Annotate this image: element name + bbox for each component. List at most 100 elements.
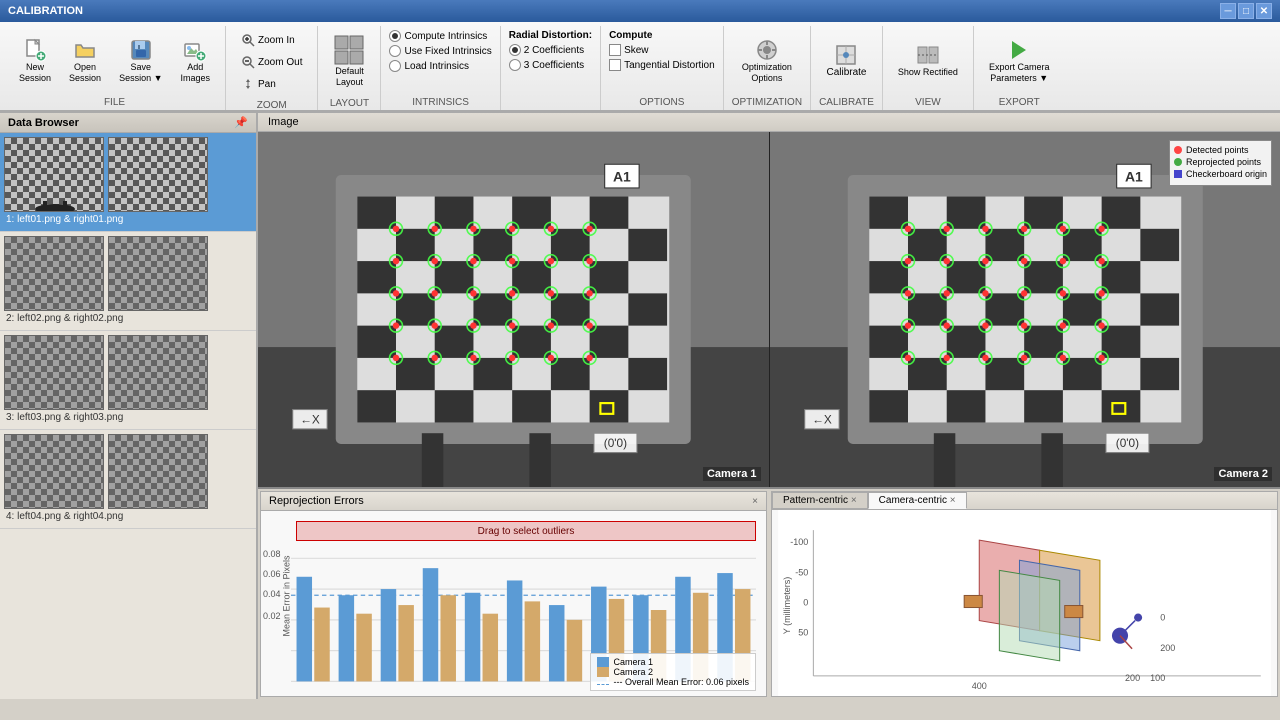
ribbon-group-optimization: OptimizationOptions OPTIMIZATION <box>724 26 811 110</box>
calibrate-button[interactable]: Calibrate <box>819 39 873 82</box>
ribbon-group-intrinsics: Compute Intrinsics Use Fixed Intrinsics … <box>381 26 500 110</box>
sidebar-item-2-label: 2: left02.png & right02.png <box>4 311 252 326</box>
tab-pattern-centric[interactable]: Pattern-centric × <box>772 492 868 509</box>
camera2-legend: Detected points Reprojected points Check… <box>1169 140 1272 186</box>
open-session-icon <box>73 38 97 62</box>
add-images-button[interactable]: AddImages <box>174 34 218 88</box>
close-button[interactable]: ✕ <box>1256 3 1272 19</box>
image-panel-content: A1 ←X (0'0) Camera 1 <box>258 132 1280 487</box>
layout-group-label: LAYOUT <box>326 96 372 111</box>
y-label-004: 0.04 <box>263 589 281 599</box>
sidebar-item-4[interactable]: 4: left04.png & right04.png <box>0 430 256 529</box>
show-rectified-icon <box>916 43 940 67</box>
minimize-button[interactable]: ─ <box>1220 3 1236 19</box>
pan-label: Pan <box>258 79 276 90</box>
show-rectified-button[interactable]: Show Rectified <box>891 39 965 82</box>
tangential-cb-box <box>609 59 621 71</box>
optimization-options-label: OptimizationOptions <box>742 62 792 84</box>
sidebar-scroll[interactable]: 1: left01.png & right01.png 2: left02.pn… <box>0 133 256 699</box>
panel-tabs: Pattern-centric × Camera-centric × <box>772 492 967 509</box>
sidebar-thumb-right-1 <box>108 137 208 212</box>
sidebar-item-3-images <box>4 335 252 410</box>
svg-text:(0'0): (0'0) <box>1115 436 1138 450</box>
calibrate-group-label: CALIBRATE <box>819 95 874 110</box>
sidebar-item-1[interactable]: 1: left01.png & right01.png <box>0 133 256 232</box>
svg-text:Y (millimeters): Y (millimeters) <box>782 577 792 635</box>
sidebar-item-2[interactable]: 2: left02.png & right02.png <box>0 232 256 331</box>
chart-drag-bar[interactable]: Drag to select outliers <box>296 521 756 541</box>
legend-cam1-color <box>597 657 609 667</box>
reprojected-dot <box>1174 158 1182 166</box>
camera-tab-close[interactable]: × <box>950 495 956 506</box>
image-panel: Image <box>258 113 1280 489</box>
camera-centric-panel: Pattern-centric × Camera-centric × <box>771 491 1278 697</box>
svg-text:(0'0): (0'0) <box>604 436 627 450</box>
new-session-button[interactable]: NewSession <box>12 34 58 88</box>
zoom-out-button[interactable]: Zoom Out <box>234 52 309 72</box>
three-coeff-radio[interactable]: 3 Coefficients <box>509 59 584 71</box>
use-fixed-radio[interactable]: Use Fixed Intrinsics <box>389 45 491 57</box>
tangential-checkbox[interactable]: Tangential Distortion <box>609 59 715 71</box>
reprojection-panel-title: Reprojection Errors <box>269 495 364 507</box>
reprojection-panel-content: Drag to select outliers 0.08 0.06 0.04 0… <box>261 511 766 696</box>
sidebar-item-1-label: 1: left01.png & right01.png <box>4 212 252 227</box>
load-intrinsics-label: Load Intrinsics <box>404 61 468 72</box>
main-container: Data Browser 📌 <box>0 113 1280 699</box>
ribbon-group-calibrate: Calibrate CALIBRATE <box>811 26 883 110</box>
save-session-button[interactable]: SaveSession ▼ <box>112 34 169 88</box>
zoom-group-label: ZOOM <box>234 98 309 113</box>
ribbon-group-options: Compute Skew Tangential Distortion OPTIO… <box>601 26 724 110</box>
svg-text:0: 0 <box>803 598 808 608</box>
optimization-options-button[interactable]: OptimizationOptions <box>735 34 799 88</box>
camera2-label: Camera 2 <box>1214 467 1272 481</box>
window-controls[interactable]: ─ □ ✕ <box>1220 3 1272 19</box>
content-area: Image <box>258 113 1280 699</box>
camera2-view: A1 ←X (0'0) Detected points <box>770 132 1280 487</box>
svg-text:-50: -50 <box>795 567 808 577</box>
tab-camera-centric[interactable]: Camera-centric × <box>868 492 967 509</box>
add-images-icon <box>183 38 207 62</box>
legend-cam2-label: Camera 2 <box>613 667 653 677</box>
detected-dot <box>1174 146 1182 154</box>
default-layout-icon <box>333 34 365 66</box>
open-session-button[interactable]: OpenSession <box>62 34 108 88</box>
optimization-buttons: OptimizationOptions <box>735 26 799 95</box>
compute-intrinsics-label: Compute Intrinsics <box>404 31 487 42</box>
app-title: CALIBRATION <box>8 5 83 17</box>
ribbon-group-layout: DefaultLayout LAYOUT <box>318 26 381 110</box>
pattern-tab-close[interactable]: × <box>851 495 857 506</box>
zoom-in-button[interactable]: Zoom In <box>234 30 302 50</box>
svg-text:←X: ←X <box>300 413 320 427</box>
reprojection-panel-close[interactable]: × <box>752 496 758 507</box>
reprojected-label: Reprojected points <box>1186 157 1261 167</box>
sidebar-pin-icon[interactable]: 📌 <box>234 116 248 129</box>
optimization-icon <box>755 38 779 62</box>
zoom-buttons: Zoom In Zoom Out Pan <box>234 26 309 98</box>
svg-text:400: 400 <box>972 681 987 691</box>
view-group-label: VIEW <box>891 95 965 110</box>
sidebar-item-1-images <box>4 137 252 212</box>
two-coeff-radio[interactable]: 2 Coefficients <box>509 44 584 56</box>
title-bar: CALIBRATION ─ □ ✕ <box>0 0 1280 22</box>
three-coeff-circle <box>509 59 521 71</box>
legend-cam2: Camera 2 <box>597 667 749 677</box>
legend-dashed-line <box>597 684 609 685</box>
camera1-bg: A1 ←X (0'0) <box>258 132 769 487</box>
sidebar-thumb-right-4 <box>108 434 208 509</box>
compute-intrinsics-radio[interactable]: Compute Intrinsics <box>389 30 487 42</box>
default-layout-button[interactable]: DefaultLayout <box>326 30 372 92</box>
image-panel-title: Image <box>268 116 299 128</box>
default-layout-label: DefaultLayout <box>335 66 364 88</box>
calibrate-icon <box>834 43 858 67</box>
export-camera-button[interactable]: Export CameraParameters ▼ <box>982 34 1057 88</box>
maximize-button[interactable]: □ <box>1238 3 1254 19</box>
zoom-in-label: Zoom In <box>258 35 295 46</box>
chart-container: Drag to select outliers 0.08 0.06 0.04 0… <box>261 511 766 696</box>
pan-button[interactable]: Pan <box>234 74 283 94</box>
skew-checkbox[interactable]: Skew <box>609 44 648 56</box>
load-intrinsics-radio[interactable]: Load Intrinsics <box>389 60 468 72</box>
calibrate-label: Calibrate <box>826 67 866 78</box>
sidebar-item-3[interactable]: 3: left03.png & right03.png <box>0 331 256 430</box>
zoom-out-icon <box>241 55 255 69</box>
export-group-label: EXPORT <box>982 95 1057 110</box>
